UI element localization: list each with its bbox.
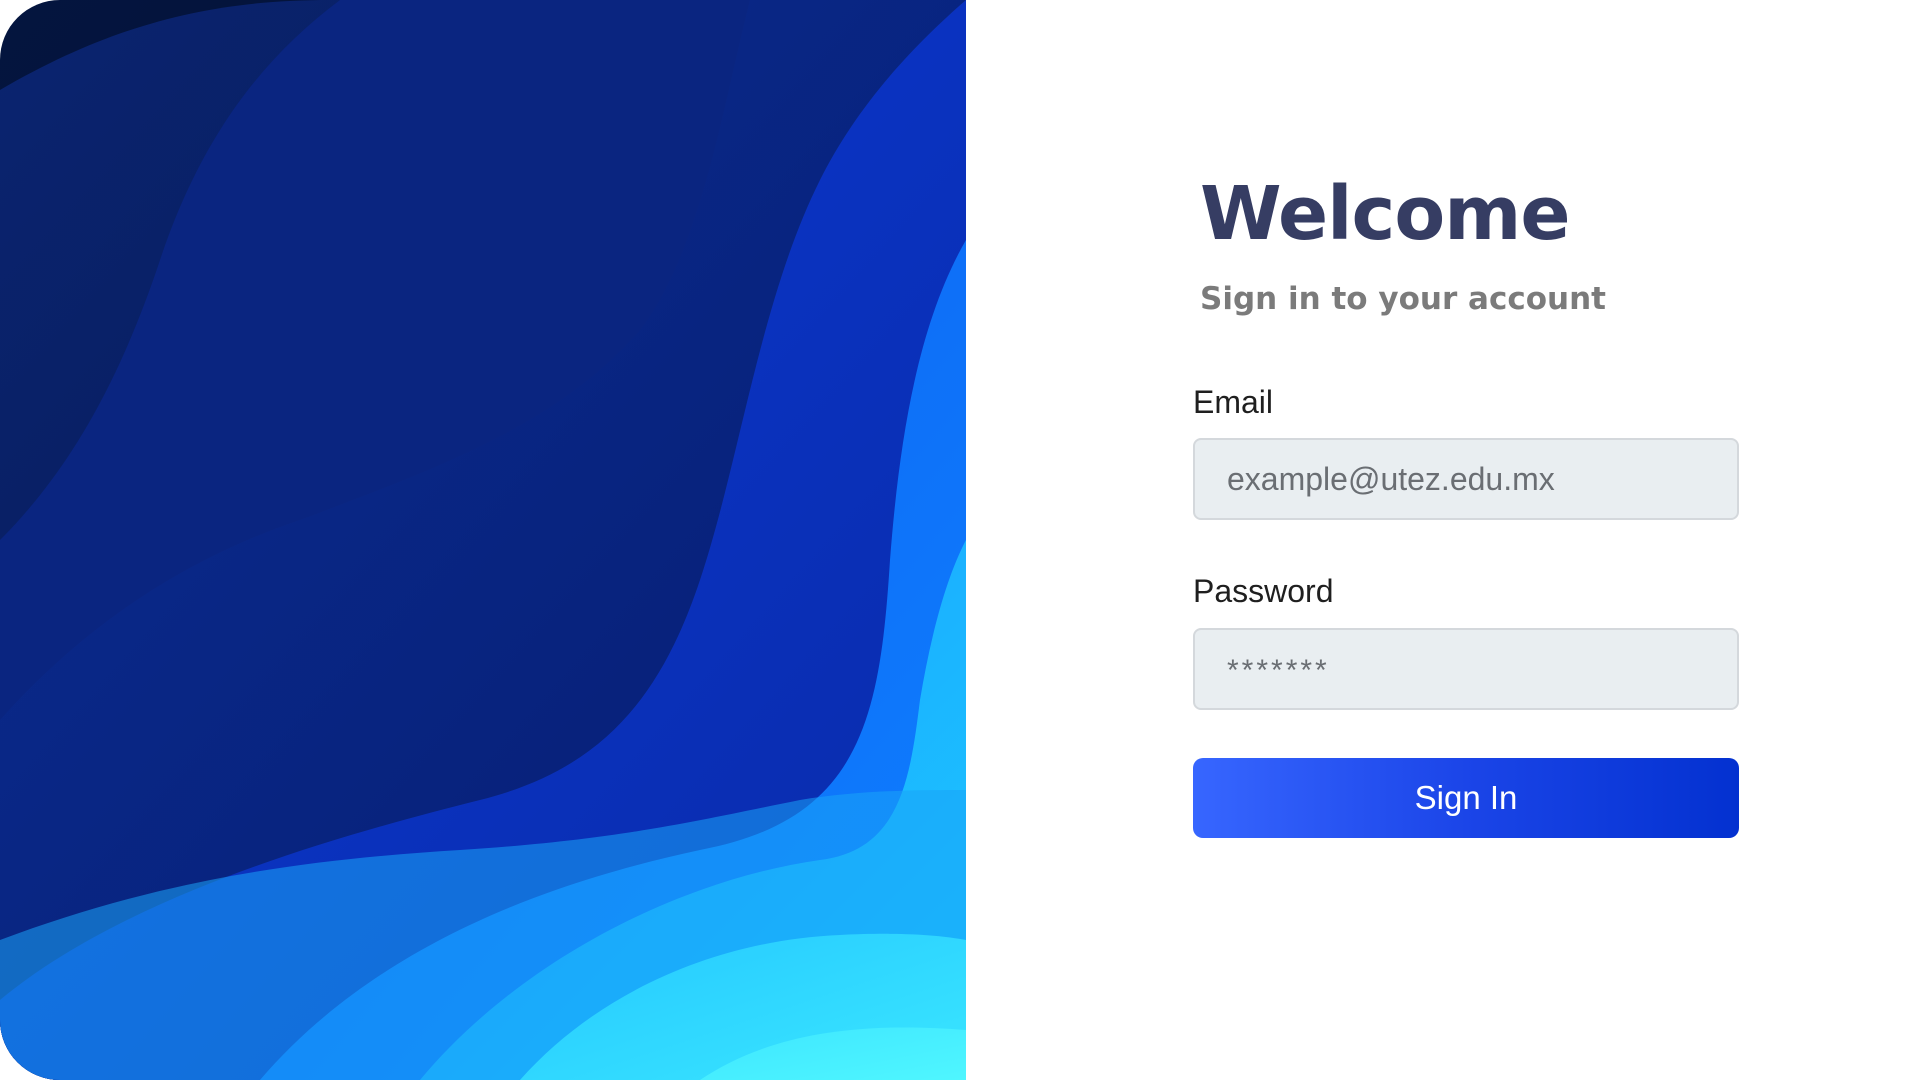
email-placeholder: example@utez.edu.mx bbox=[1227, 460, 1555, 497]
sign-in-button-label: Sign In bbox=[1414, 778, 1518, 816]
page-title: Welcome bbox=[1200, 171, 1571, 257]
login-panel: Welcome Sign in to your account Email ex… bbox=[966, 0, 1920, 1080]
password-label: Password bbox=[1193, 573, 1334, 610]
abstract-waves-illustration bbox=[0, 0, 966, 1080]
login-form: Welcome Sign in to your account Email ex… bbox=[1193, 170, 1739, 838]
password-value: ******* bbox=[1227, 653, 1330, 687]
login-page: Welcome Sign in to your account Email ex… bbox=[0, 0, 1920, 1080]
email-label: Email bbox=[1193, 383, 1274, 420]
page-subtitle: Sign in to your account bbox=[1200, 280, 1606, 317]
hero-wave-image bbox=[0, 0, 966, 1080]
sign-in-button[interactable]: Sign In bbox=[1193, 757, 1739, 838]
password-field[interactable]: ******* bbox=[1193, 627, 1739, 710]
email-field[interactable]: example@utez.edu.mx bbox=[1193, 438, 1739, 521]
